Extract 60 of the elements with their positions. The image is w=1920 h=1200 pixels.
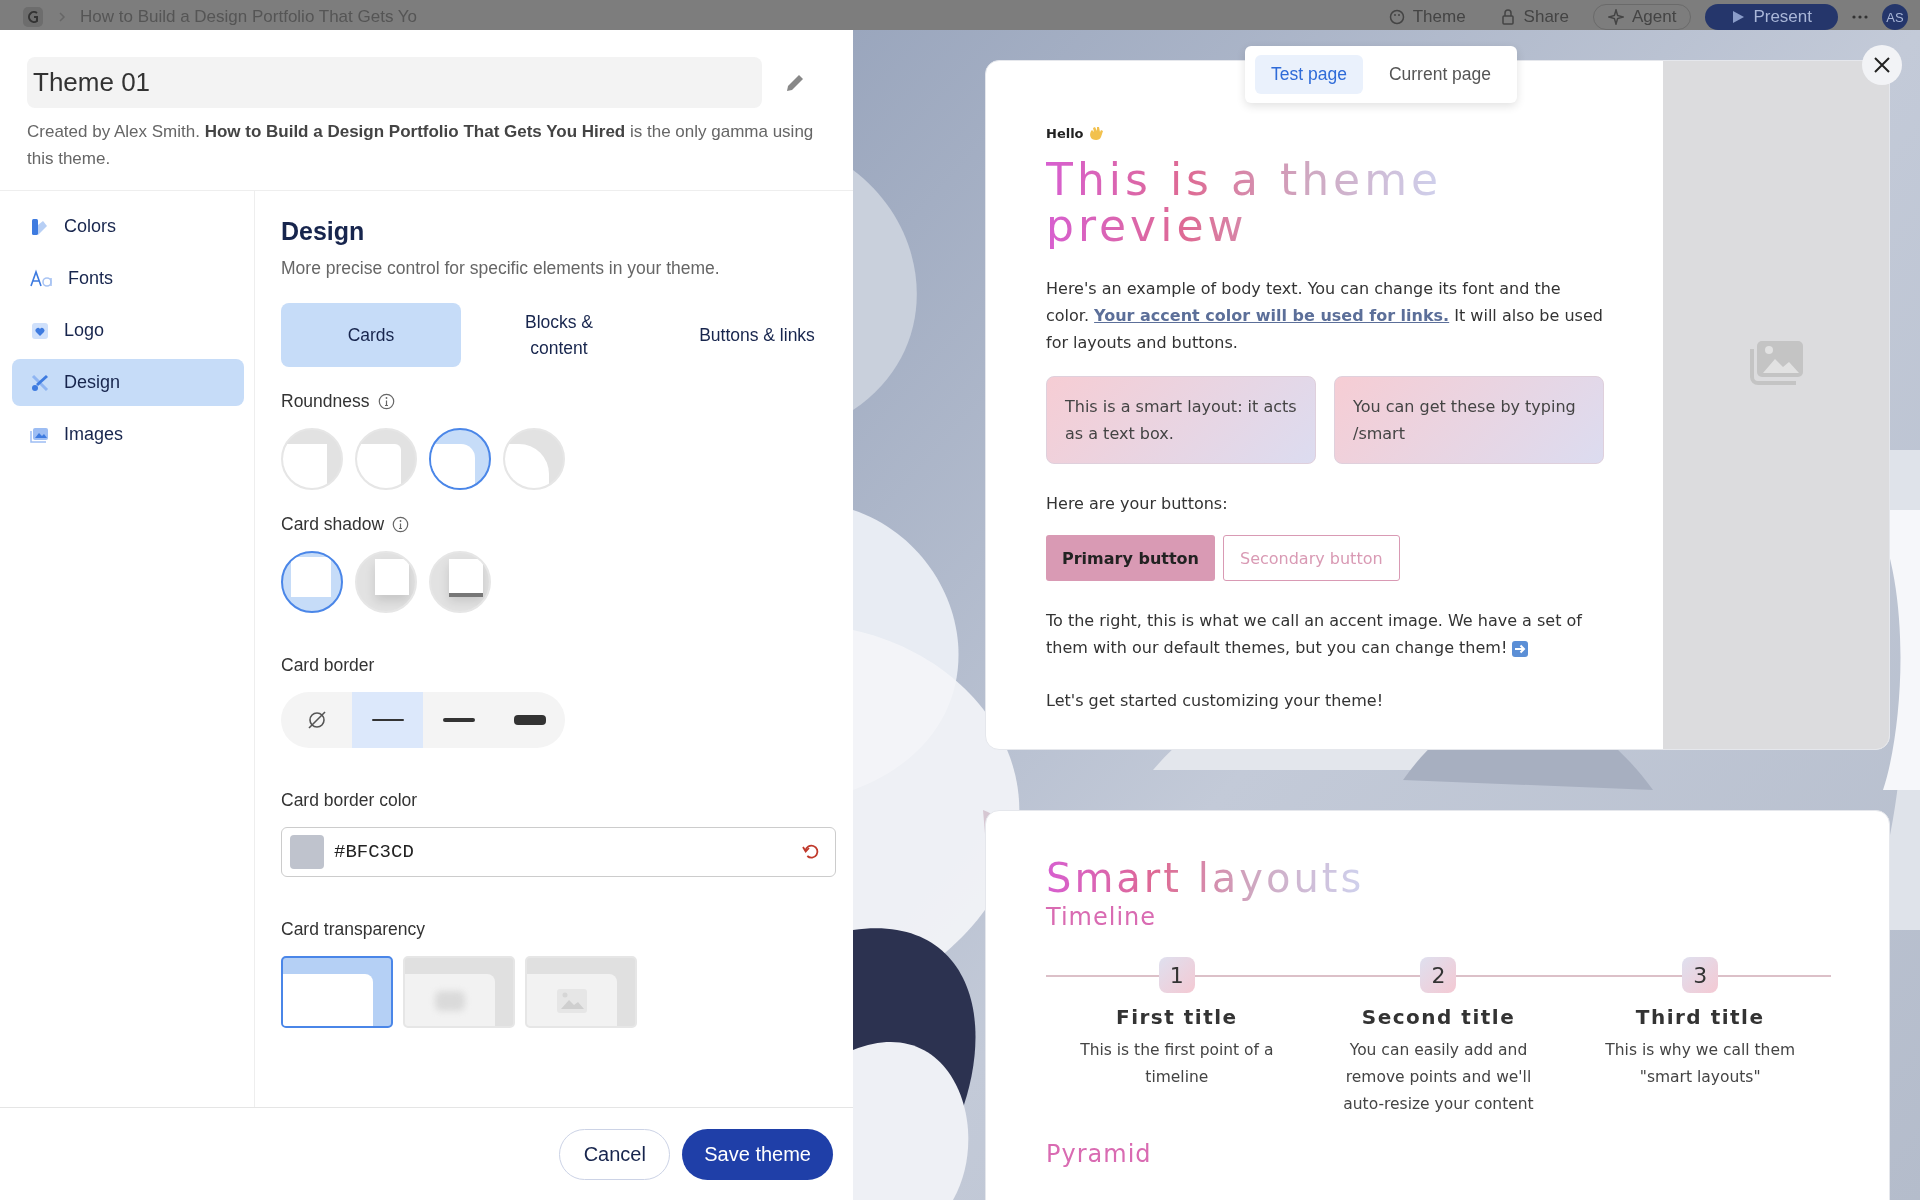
- theme-name-field[interactable]: Theme 01: [27, 57, 762, 108]
- waving-hand-icon: [1087, 125, 1104, 141]
- section-title: Design: [281, 217, 366, 246]
- app-logo-icon[interactable]: [22, 6, 44, 28]
- smart-layout-box: You can get these by typing /smart: [1334, 376, 1604, 464]
- info-icon[interactable]: [377, 393, 395, 410]
- info-icon[interactable]: [392, 516, 410, 533]
- color-field[interactable]: #BFC3CD: [281, 827, 836, 877]
- greeting: Hello: [1046, 125, 1084, 141]
- step-number: 3: [1682, 957, 1719, 993]
- lock-icon: [1499, 9, 1516, 25]
- preview-tab[interactable]: Current page: [1372, 55, 1508, 94]
- play-icon: [1731, 10, 1746, 24]
- user-avatar[interactable]: AS: [1882, 4, 1908, 30]
- arrow-right-icon: [1512, 640, 1529, 657]
- step-text: You can easily add and remove points and we'll auto-resize your content: [1342, 1040, 1535, 1115]
- card-border-label: Card border: [281, 655, 376, 676]
- nav-item[interactable]: Design: [12, 359, 244, 406]
- transparency-option[interactable]: [281, 956, 393, 1028]
- buttons-caption: Here are your buttons:: [1046, 493, 1229, 515]
- brush-icon: [30, 372, 50, 393]
- card-border-color-label: Card border color: [281, 790, 419, 811]
- step-text: This is why we call them "smart layouts": [1604, 1040, 1797, 1088]
- step-text: This is the first point of a timeline: [1079, 1040, 1275, 1088]
- nav-item[interactable]: Fonts: [12, 255, 244, 302]
- preview-tab[interactable]: Test page: [1255, 55, 1363, 94]
- accent-paragraph: To the right, this is what we call an accent image. We have a set of them with our default themes, but you can change them!: [1046, 610, 1584, 659]
- close-icon: [1873, 56, 1891, 74]
- color-swatch[interactable]: [290, 835, 324, 869]
- card-shadow-label: Card shadow: [281, 514, 385, 535]
- nav-item[interactable]: Images: [12, 411, 244, 458]
- reset-icon[interactable]: [801, 842, 821, 862]
- present-button[interactable]: Present: [1705, 4, 1838, 30]
- subheading: Pyramid: [1046, 1140, 1153, 1168]
- theme-description: Created by Alex Smith. How to Build a Design Portfolio That Gets You Hired is the only gamma using this theme.: [27, 121, 815, 170]
- more-icon[interactable]: [1852, 15, 1868, 19]
- nav-item[interactable]: Colors: [12, 203, 244, 250]
- image-icon: [557, 989, 587, 1013]
- font-icon: [30, 268, 54, 289]
- step-number: 2: [1420, 957, 1457, 993]
- save-button[interactable]: Save theme: [682, 1128, 833, 1180]
- tab[interactable]: Buttons & links: [657, 303, 857, 367]
- step-title: First title: [1115, 1005, 1238, 1029]
- step-title: Third title: [1635, 1005, 1765, 1029]
- subheading: Timeline: [1046, 903, 1158, 931]
- section-subtitle: More precise control for specific elements in your theme.: [281, 258, 721, 279]
- accent-link[interactable]: Your accent color will be used for links.: [1094, 306, 1450, 325]
- card-transparency-label: Card transparency: [281, 919, 426, 940]
- roundness-label: Roundness: [281, 391, 370, 412]
- cancel-button[interactable]: Cancel: [559, 1128, 671, 1180]
- sparkle-icon: [1607, 9, 1624, 25]
- step-number: 1: [1158, 957, 1195, 993]
- tab[interactable]: Cards: [281, 303, 461, 367]
- body-paragraph: Here's an example of body text. You can change its font and the color. Your accent color will be used for links. It will also be used for layouts and buttons.: [1046, 278, 1604, 354]
- smart-layout-box: This is a smart layout: it acts as a text box.: [1046, 376, 1316, 464]
- nav-item[interactable]: Logo: [12, 307, 244, 354]
- step-title: Second title: [1361, 1005, 1516, 1029]
- primary-button[interactable]: Primary button: [1046, 535, 1215, 581]
- closing-paragraph: Let's get started customizing your theme!: [1046, 690, 1385, 712]
- tab[interactable]: Blocks & content: [469, 303, 649, 367]
